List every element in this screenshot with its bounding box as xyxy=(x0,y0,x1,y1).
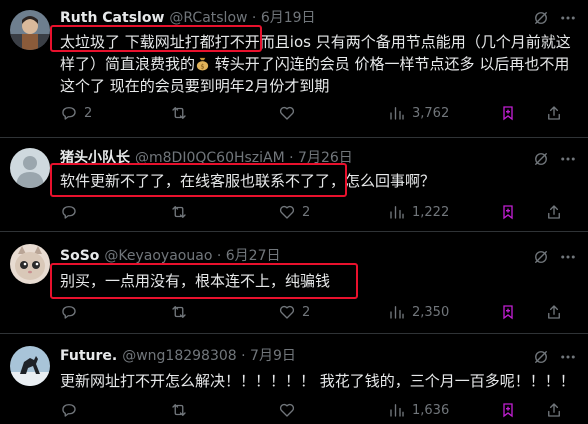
views-button[interactable]: 1,636 xyxy=(388,400,449,420)
tweet-zhutou[interactable]: 猪头小队长 @m8DI0QC60HsziAM · 7月26日 软件更新不了了，在线… xyxy=(0,138,588,232)
bookmark-icon xyxy=(503,106,513,121)
like-icon xyxy=(279,403,295,417)
tweet-actions: 2 1,222 xyxy=(0,202,588,222)
reply-icon xyxy=(62,306,76,319)
display-name[interactable]: Future. xyxy=(60,348,117,364)
like-button[interactable] xyxy=(278,400,302,420)
view-count: 1,636 xyxy=(412,402,450,418)
bookmark-icon xyxy=(503,205,513,220)
post-date[interactable]: 6月27日 xyxy=(226,248,281,264)
like-button[interactable]: 2 xyxy=(278,202,310,222)
views-icon xyxy=(390,107,404,120)
reply-button[interactable] xyxy=(60,302,84,322)
view-count: 1,222 xyxy=(412,204,450,220)
view-count: 2,350 xyxy=(412,304,450,320)
highlight-box xyxy=(50,163,347,197)
views-icon xyxy=(390,206,404,219)
grok-icon[interactable] xyxy=(532,150,550,168)
reply-feed: Ruth Catslow @RCatslow · 6月19日 太垃圾了 下载网址打… xyxy=(0,0,588,424)
retweet-icon xyxy=(172,404,186,416)
more-icon[interactable] xyxy=(558,248,578,266)
views-button[interactable]: 1,222 xyxy=(388,202,449,222)
bookmark-button[interactable] xyxy=(500,103,516,123)
retweet-button[interactable] xyxy=(170,400,194,420)
bookmark-icon xyxy=(503,305,513,320)
money-bag-icon: $ xyxy=(196,57,209,71)
display-name[interactable]: SoSo xyxy=(60,248,99,264)
retweet-icon xyxy=(172,306,186,318)
views-icon xyxy=(390,306,404,319)
tweet-ruth-catslow[interactable]: Ruth Catslow @RCatslow · 6月19日 太垃圾了 下载网址打… xyxy=(0,0,588,138)
separator-dot: · xyxy=(241,348,246,364)
bookmark-button[interactable] xyxy=(500,302,516,322)
display-name[interactable]: Ruth Catslow xyxy=(60,10,164,26)
grok-icon[interactable] xyxy=(532,9,550,27)
avatar[interactable] xyxy=(10,244,50,284)
like-count: 2 xyxy=(302,304,311,320)
post-date[interactable]: 6月19日 xyxy=(261,10,316,26)
like-button[interactable]: 2 xyxy=(278,302,310,322)
reply-button[interactable] xyxy=(60,202,84,222)
retweet-button[interactable] xyxy=(170,103,194,123)
retweet-button[interactable] xyxy=(170,302,194,322)
avatar[interactable] xyxy=(10,148,50,188)
reply-count: 2 xyxy=(84,105,93,121)
views-icon xyxy=(390,404,404,417)
reply-icon xyxy=(62,206,76,219)
more-icon[interactable] xyxy=(558,348,578,366)
separator-dot: · xyxy=(216,248,222,264)
user-handle[interactable]: @wng18298308 xyxy=(122,348,236,364)
like-icon xyxy=(279,106,295,120)
views-button[interactable]: 2,350 xyxy=(388,302,449,322)
tweet-soso[interactable]: SoSo @Keyaoyaouao · 6月27日 别买，一点用没有，根本连不上，… xyxy=(0,232,588,334)
share-icon xyxy=(548,403,560,417)
tweet-future[interactable]: Future. @wng18298308 · 7月9日 更新网址打不开怎么解决！！… xyxy=(0,334,588,424)
highlight-box xyxy=(50,263,358,299)
like-icon xyxy=(279,205,295,219)
reply-button[interactable] xyxy=(60,400,84,420)
reply-icon xyxy=(62,107,76,120)
tweet-actions: 1,636 xyxy=(0,400,588,420)
retweet-icon xyxy=(172,206,186,218)
bookmark-icon xyxy=(503,403,513,418)
more-icon[interactable] xyxy=(558,9,578,27)
bookmark-button[interactable] xyxy=(500,202,516,222)
views-button[interactable]: 3,762 xyxy=(388,103,449,123)
share-icon xyxy=(548,305,560,319)
tweet-text-rest: 怎么回事啊？ xyxy=(345,172,436,190)
user-handle[interactable]: @Keyaoyaouao xyxy=(104,248,212,264)
share-button[interactable] xyxy=(545,302,563,322)
bookmark-button[interactable] xyxy=(500,400,516,420)
avatar[interactable] xyxy=(10,10,50,50)
tweet-text: 更新网址打不开怎么解决！！！！！！ 我花了钱的，三个月一百多呢！！！！ xyxy=(60,370,580,392)
share-icon xyxy=(548,106,560,120)
tweet-actions: 2 3,762 xyxy=(0,103,588,123)
like-count: 2 xyxy=(302,204,311,220)
tweet-actions: 2 2,350 xyxy=(0,302,588,322)
share-icon xyxy=(548,205,560,219)
highlight-box xyxy=(50,25,262,52)
share-button[interactable] xyxy=(545,103,563,123)
grok-icon[interactable] xyxy=(532,348,550,366)
like-button[interactable] xyxy=(278,103,302,123)
reply-icon xyxy=(62,404,76,417)
user-handle[interactable]: @RCatslow xyxy=(169,10,247,26)
avatar[interactable] xyxy=(10,346,50,386)
tweet-text-content: 更新网址打不开怎么解决！！！！！！ 我花了钱的，三个月一百多呢！！！！ xyxy=(60,372,575,390)
post-date[interactable]: 7月9日 xyxy=(250,348,296,364)
more-icon[interactable] xyxy=(558,150,578,168)
like-icon xyxy=(279,305,295,319)
separator-dot: · xyxy=(251,10,257,26)
retweet-icon xyxy=(172,107,186,119)
retweet-button[interactable] xyxy=(170,202,194,222)
share-button[interactable] xyxy=(545,202,563,222)
svg-text:$: $ xyxy=(200,63,204,71)
reply-button[interactable]: 2 xyxy=(60,103,92,123)
view-count: 3,762 xyxy=(412,105,450,121)
share-button[interactable] xyxy=(545,400,563,420)
tweet-header: Future. @wng18298308 · 7月9日 xyxy=(60,346,588,366)
grok-icon[interactable] xyxy=(532,248,550,266)
